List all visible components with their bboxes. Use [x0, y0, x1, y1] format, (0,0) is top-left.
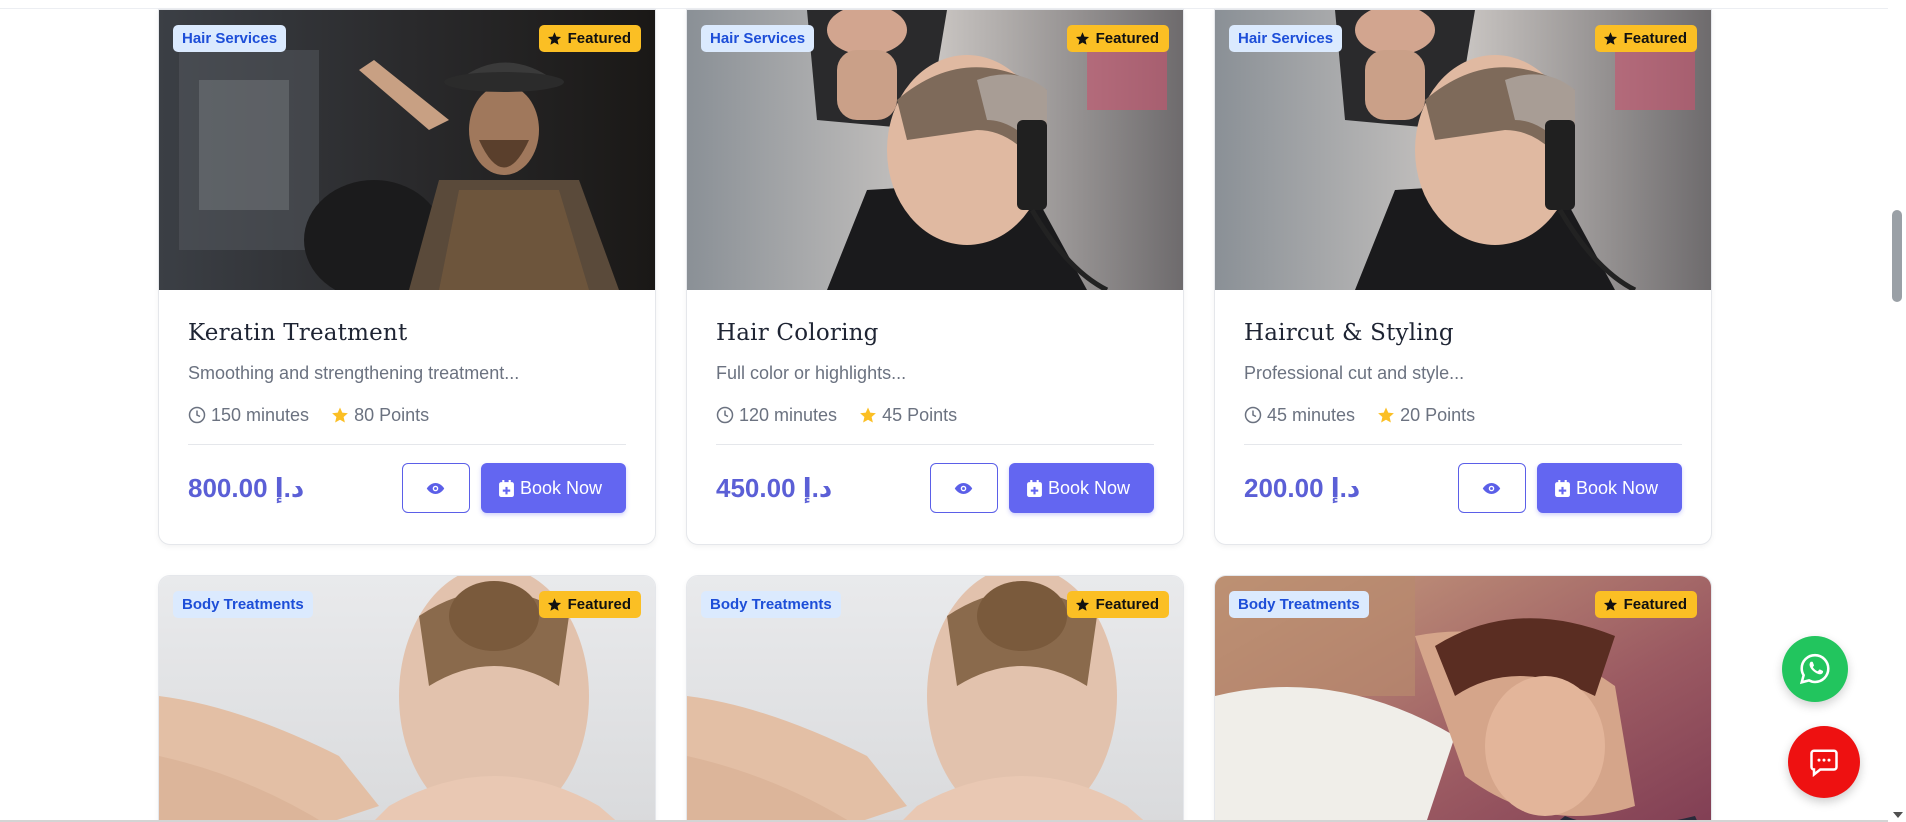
scroll-down-arrow-icon[interactable]	[1893, 812, 1903, 818]
divider	[716, 444, 1154, 445]
scrollbar-thumb[interactable]	[1892, 210, 1902, 302]
clock-icon	[1244, 406, 1262, 424]
service-card[interactable]: Hair Services Featured Haircut & Styling…	[1214, 9, 1712, 545]
duration-text: 150 minutes	[211, 404, 310, 425]
star-icon	[1378, 407, 1394, 423]
book-now-button[interactable]: Book Now	[1008, 463, 1154, 513]
service-image[interactable]: Body Treatments Featured	[1215, 576, 1711, 822]
service-image[interactable]: Body Treatments Featured	[687, 576, 1183, 822]
price: 800.00 د.إ	[188, 472, 305, 503]
featured-badge: Featured	[1594, 25, 1697, 52]
duration: 150 minutes	[188, 405, 309, 426]
calendar-plus-icon	[499, 479, 514, 497]
view-details-button[interactable]	[401, 463, 470, 513]
star-icon	[547, 32, 561, 45]
service-image[interactable]: Body Treatments Featured	[159, 576, 655, 822]
book-now-button[interactable]: Book Now	[1536, 463, 1682, 513]
category-badge: Body Treatments	[701, 591, 841, 618]
featured-badge: Featured	[538, 25, 641, 52]
featured-label: Featured	[1623, 30, 1687, 47]
service-description: Full color or highlights...	[716, 363, 907, 383]
view-details-button[interactable]	[929, 463, 998, 513]
service-title[interactable]: Haircut & Styling	[1244, 320, 1682, 348]
view-details-button[interactable]	[1457, 463, 1526, 513]
divider	[188, 444, 626, 445]
featured-label: Featured	[1095, 596, 1159, 613]
service-card[interactable]: Hair Services Featured Hair Coloring Ful…	[686, 9, 1184, 545]
featured-badge: Featured	[1066, 591, 1169, 618]
points: 45 Points	[859, 405, 957, 426]
featured-label: Featured	[567, 596, 631, 613]
service-image[interactable]: Hair Services Featured	[159, 10, 655, 290]
divider	[1244, 444, 1682, 445]
book-now-label: Book Now	[1047, 477, 1130, 498]
whatsapp-icon	[1799, 653, 1830, 685]
eye-icon	[955, 482, 973, 494]
star-icon	[1075, 32, 1089, 45]
service-image[interactable]: Hair Services Featured	[1215, 10, 1711, 290]
service-image[interactable]: Hair Services Featured	[687, 10, 1183, 290]
featured-label: Featured	[1095, 30, 1159, 47]
chat-bubble-icon	[1810, 749, 1838, 777]
page-scrollbar[interactable]	[1888, 0, 1906, 822]
service-card[interactable]: Hair Services Featured Keratin Treatment…	[158, 9, 656, 545]
service-description: Smoothing and strengthening treatment...	[188, 363, 520, 383]
service-title[interactable]: Keratin Treatment	[188, 320, 626, 348]
header-edge	[0, 0, 1888, 9]
star-icon	[860, 407, 876, 423]
service-card[interactable]: Body Treatments Featured	[1214, 575, 1712, 822]
service-description: Professional cut and style...	[1244, 363, 1465, 383]
duration: 45 minutes	[1244, 405, 1355, 426]
book-now-label: Book Now	[1575, 477, 1658, 498]
points-text: 45 Points	[882, 404, 958, 425]
star-icon	[1603, 32, 1617, 45]
book-now-button[interactable]: Book Now	[480, 463, 626, 513]
calendar-plus-icon	[1555, 479, 1570, 497]
category-badge: Hair Services	[173, 25, 287, 52]
points-text: 20 Points	[1400, 404, 1476, 425]
category-badge: Hair Services	[1229, 25, 1343, 52]
whatsapp-button[interactable]	[1782, 636, 1848, 702]
eye-icon	[1483, 482, 1501, 494]
featured-badge: Featured	[1594, 591, 1697, 618]
book-now-label: Book Now	[519, 477, 602, 498]
featured-badge: Featured	[1066, 25, 1169, 52]
star-icon	[547, 598, 561, 611]
price: 450.00 د.إ	[716, 472, 833, 503]
service-card[interactable]: Body Treatments Featured	[686, 575, 1184, 822]
featured-label: Featured	[1623, 596, 1687, 613]
chat-button[interactable]	[1788, 726, 1860, 798]
points: 80 Points	[331, 405, 429, 426]
points: 20 Points	[1377, 405, 1475, 426]
star-icon	[332, 407, 348, 423]
category-badge: Body Treatments	[173, 591, 313, 618]
featured-label: Featured	[567, 30, 631, 47]
duration-text: 120 minutes	[739, 404, 838, 425]
featured-badge: Featured	[538, 591, 641, 618]
calendar-plus-icon	[1027, 479, 1042, 497]
eye-icon	[427, 482, 445, 494]
category-badge: Body Treatments	[1229, 591, 1369, 618]
star-icon	[1603, 598, 1617, 611]
duration-text: 45 minutes	[1267, 404, 1356, 425]
price: 200.00 د.إ	[1244, 472, 1361, 503]
clock-icon	[716, 406, 734, 424]
category-badge: Hair Services	[701, 25, 815, 52]
points-text: 80 Points	[354, 404, 430, 425]
service-card[interactable]: Body Treatments Featured	[158, 575, 656, 822]
clock-icon	[188, 406, 206, 424]
service-title[interactable]: Hair Coloring	[716, 320, 1154, 348]
star-icon	[1075, 598, 1089, 611]
duration: 120 minutes	[716, 405, 837, 426]
